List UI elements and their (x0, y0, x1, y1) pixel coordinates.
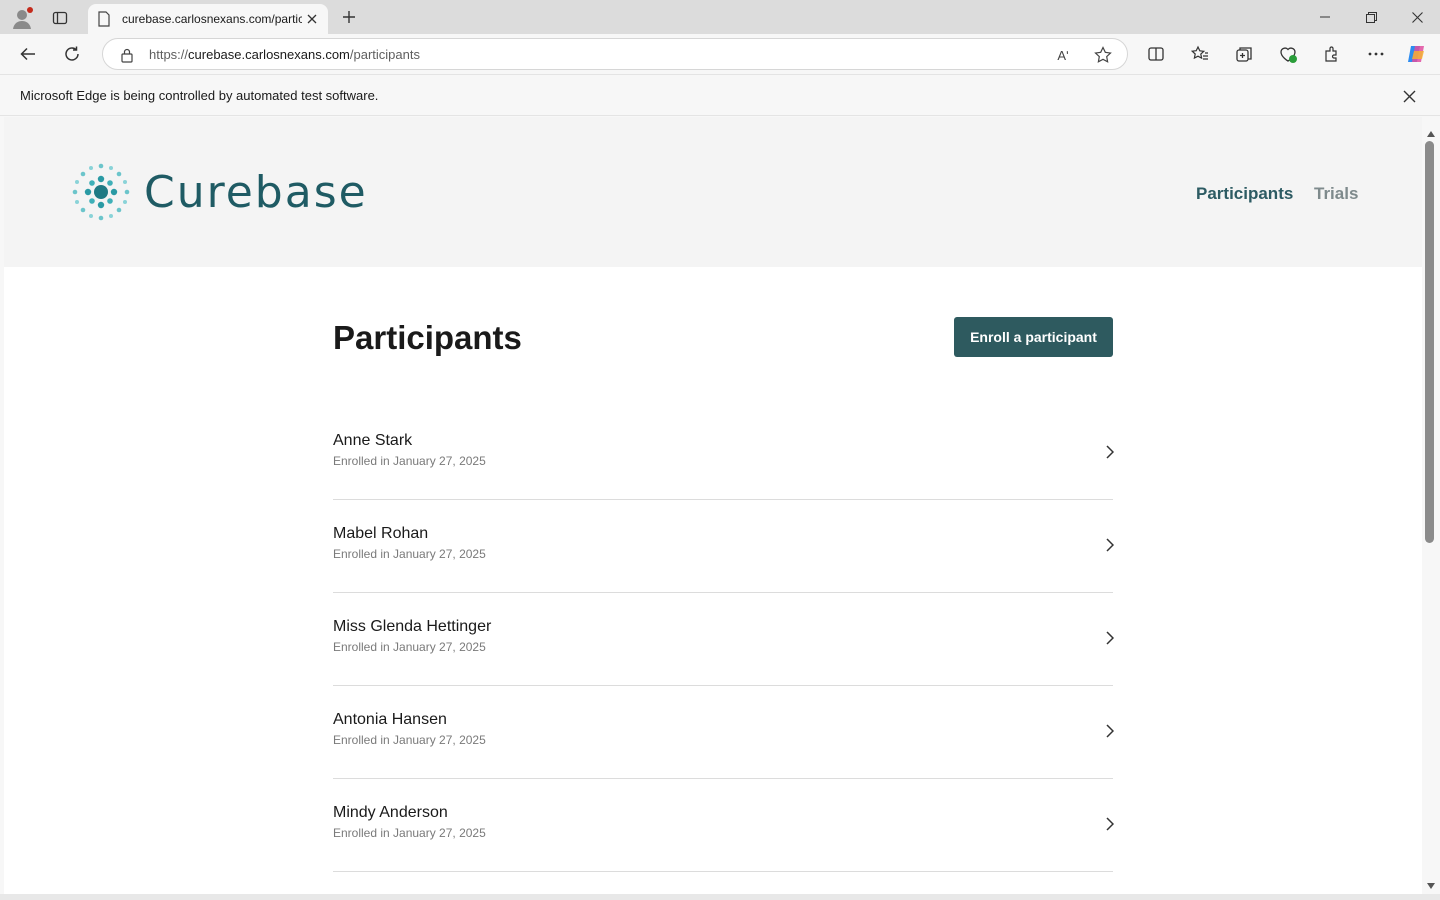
page-title: Participants (333, 319, 522, 356)
restore-icon[interactable] (1348, 0, 1394, 34)
scroll-down-icon[interactable] (1426, 877, 1436, 895)
lock-icon[interactable] (119, 47, 135, 63)
participant-row[interactable]: Mabel Rohan Enrolled in January 27, 2025 (333, 500, 1114, 593)
close-window-icon[interactable] (1394, 0, 1440, 34)
participant-row[interactable]: Mindy Anderson Enrolled in January 27, 2… (333, 779, 1114, 872)
page-icon (96, 11, 112, 27)
page-scrollbar[interactable] (1422, 117, 1440, 894)
window-bottom-edge (0, 894, 1440, 900)
participant-row[interactable]: Miss Glenda Hettinger Enrolled in Januar… (333, 593, 1114, 686)
curebase-logo[interactable]: Curebase (68, 157, 368, 227)
chevron-right-icon[interactable] (1103, 443, 1117, 461)
participant-name: Anne Stark (333, 432, 413, 449)
participant-name: Antonia Hansen (333, 711, 447, 728)
enroll-participant-button[interactable]: Enroll a participant (954, 317, 1113, 357)
participant-name: Miss Glenda Hettinger (333, 618, 492, 635)
url-path: /participants (349, 47, 420, 62)
brand-name: Curebase (144, 166, 368, 218)
address-bar[interactable]: https://curebase.carlosnexans.com/partic… (102, 38, 1128, 70)
new-tab-icon[interactable] (338, 6, 360, 28)
tab-title: curebase.carlosnexans.com/participants (122, 12, 302, 26)
participant-enrolled-date: Enrolled in January 27, 2025 (333, 640, 486, 654)
extensions-icon[interactable] (1320, 42, 1344, 66)
participant-enrolled-date: Enrolled in January 27, 2025 (333, 826, 486, 840)
chevron-right-icon[interactable] (1103, 629, 1117, 647)
collections-icon[interactable] (1232, 42, 1256, 66)
favorites-icon[interactable] (1188, 42, 1212, 66)
refresh-icon[interactable] (60, 42, 84, 66)
close-tab-icon[interactable] (304, 11, 320, 27)
participant-name: Mabel Rohan (333, 525, 429, 542)
back-icon[interactable] (16, 42, 40, 66)
logo-mark-icon (72, 163, 130, 221)
participant-row[interactable]: Antonia Hansen Enrolled in January 27, 2… (333, 686, 1114, 779)
chevron-right-icon[interactable] (1103, 815, 1117, 833)
automation-infobar: Microsoft Edge is being controlled by au… (0, 74, 1440, 116)
participant-enrolled-date: Enrolled in January 27, 2025 (333, 733, 486, 747)
participant-enrolled-date: Enrolled in January 27, 2025 (333, 547, 486, 561)
url-host: curebase.carlosnexans.com (188, 47, 350, 62)
active-tab[interactable]: curebase.carlosnexans.com/participants (88, 4, 328, 34)
browser-toolbar: https://curebase.carlosnexans.com/partic… (0, 34, 1440, 74)
copilot-icon[interactable] (1405, 42, 1429, 66)
site-header: Curebase Participants Trials (4, 117, 1422, 267)
url-scheme: https:// (149, 47, 189, 62)
participant-enrolled-date: Enrolled in January 27, 2025 (333, 454, 486, 468)
participants-list: Anne Stark Enrolled in January 27, 2025 … (333, 407, 1114, 872)
profile-icon[interactable] (10, 6, 34, 30)
tab-actions-icon[interactable] (48, 6, 72, 30)
chevron-right-icon[interactable] (1103, 536, 1117, 554)
read-aloud-icon[interactable]: Aʹ (1053, 45, 1073, 65)
close-infobar-icon[interactable] (1398, 85, 1420, 107)
minimize-icon[interactable] (1302, 0, 1348, 34)
more-options-icon[interactable] (1364, 42, 1388, 66)
page-viewport: Curebase Participants Trials Participant… (4, 117, 1422, 894)
nav-trials[interactable]: Trials (1314, 184, 1358, 204)
split-screen-icon[interactable] (1144, 42, 1168, 66)
participant-row[interactable]: Anne Stark Enrolled in January 27, 2025 (333, 407, 1114, 500)
infobar-message: Microsoft Edge is being controlled by au… (20, 88, 379, 103)
chevron-right-icon[interactable] (1103, 722, 1117, 740)
scrollbar-thumb[interactable] (1425, 141, 1434, 543)
participant-name: Mindy Anderson (333, 804, 448, 821)
favorite-star-icon[interactable] (1093, 45, 1113, 65)
browser-essentials-icon[interactable] (1276, 42, 1300, 66)
nav-participants[interactable]: Participants (1196, 184, 1293, 204)
url-text[interactable]: https://curebase.carlosnexans.com/partic… (149, 47, 420, 62)
browser-tab-bar: curebase.carlosnexans.com/participants (0, 0, 1440, 34)
